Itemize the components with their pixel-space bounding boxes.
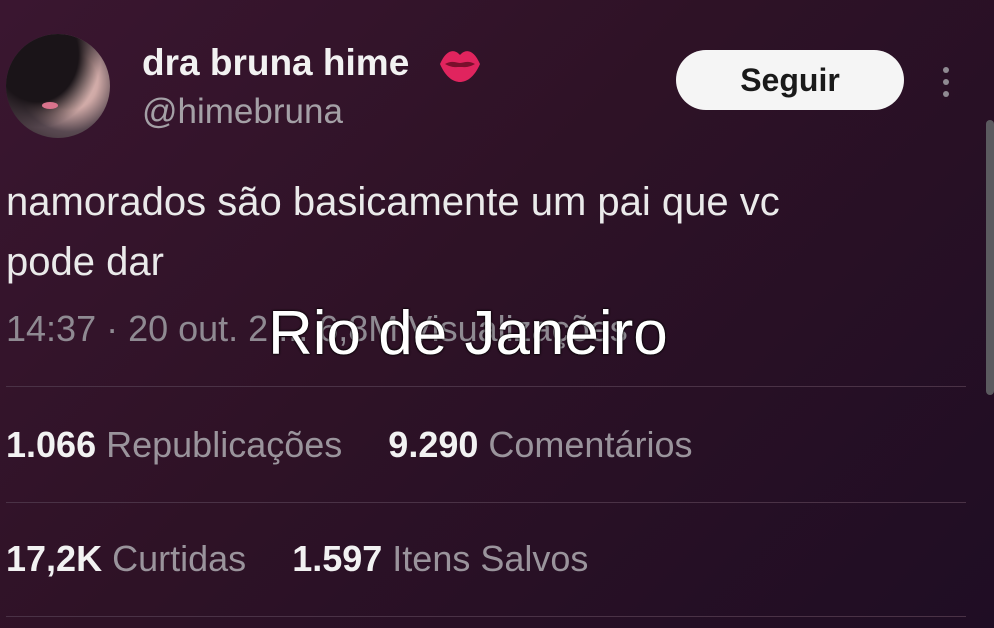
more-options-icon[interactable]	[936, 64, 956, 100]
lips-icon	[440, 51, 480, 82]
saves-label[interactable]: Itens Salvos	[392, 538, 588, 579]
divider	[6, 502, 966, 503]
tweet-text-line-1: namorados são basicamente um pai que vc	[6, 180, 780, 224]
comments-label[interactable]: Comentários	[488, 424, 692, 465]
location-overlay-text: Rio de Janeiro	[268, 299, 668, 368]
tweet-text: namorados são basicamente um pai que vc …	[6, 172, 976, 292]
scrollbar[interactable]	[986, 120, 994, 395]
divider	[6, 616, 966, 617]
display-name[interactable]: dra bruna hime	[142, 42, 409, 84]
saves-count[interactable]: 1.597	[292, 538, 382, 579]
stats-row-engagement: 1.066 Republicações 9.290 Comentários	[6, 424, 693, 466]
tweet-text-line-2: pode dar	[6, 240, 164, 284]
follow-button[interactable]: Seguir	[676, 50, 904, 110]
comments-count[interactable]: 9.290	[388, 424, 478, 465]
stats-row-likes: 17,2K Curtidas 1.597 Itens Salvos	[6, 538, 588, 580]
likes-count[interactable]: 17,2K	[6, 538, 102, 579]
profile-avatar[interactable]	[6, 34, 110, 138]
user-handle[interactable]: @himebruna	[142, 92, 343, 132]
divider	[6, 386, 966, 387]
reposts-count[interactable]: 1.066	[6, 424, 96, 465]
likes-label[interactable]: Curtidas	[112, 538, 246, 579]
reposts-label[interactable]: Republicações	[106, 424, 342, 465]
